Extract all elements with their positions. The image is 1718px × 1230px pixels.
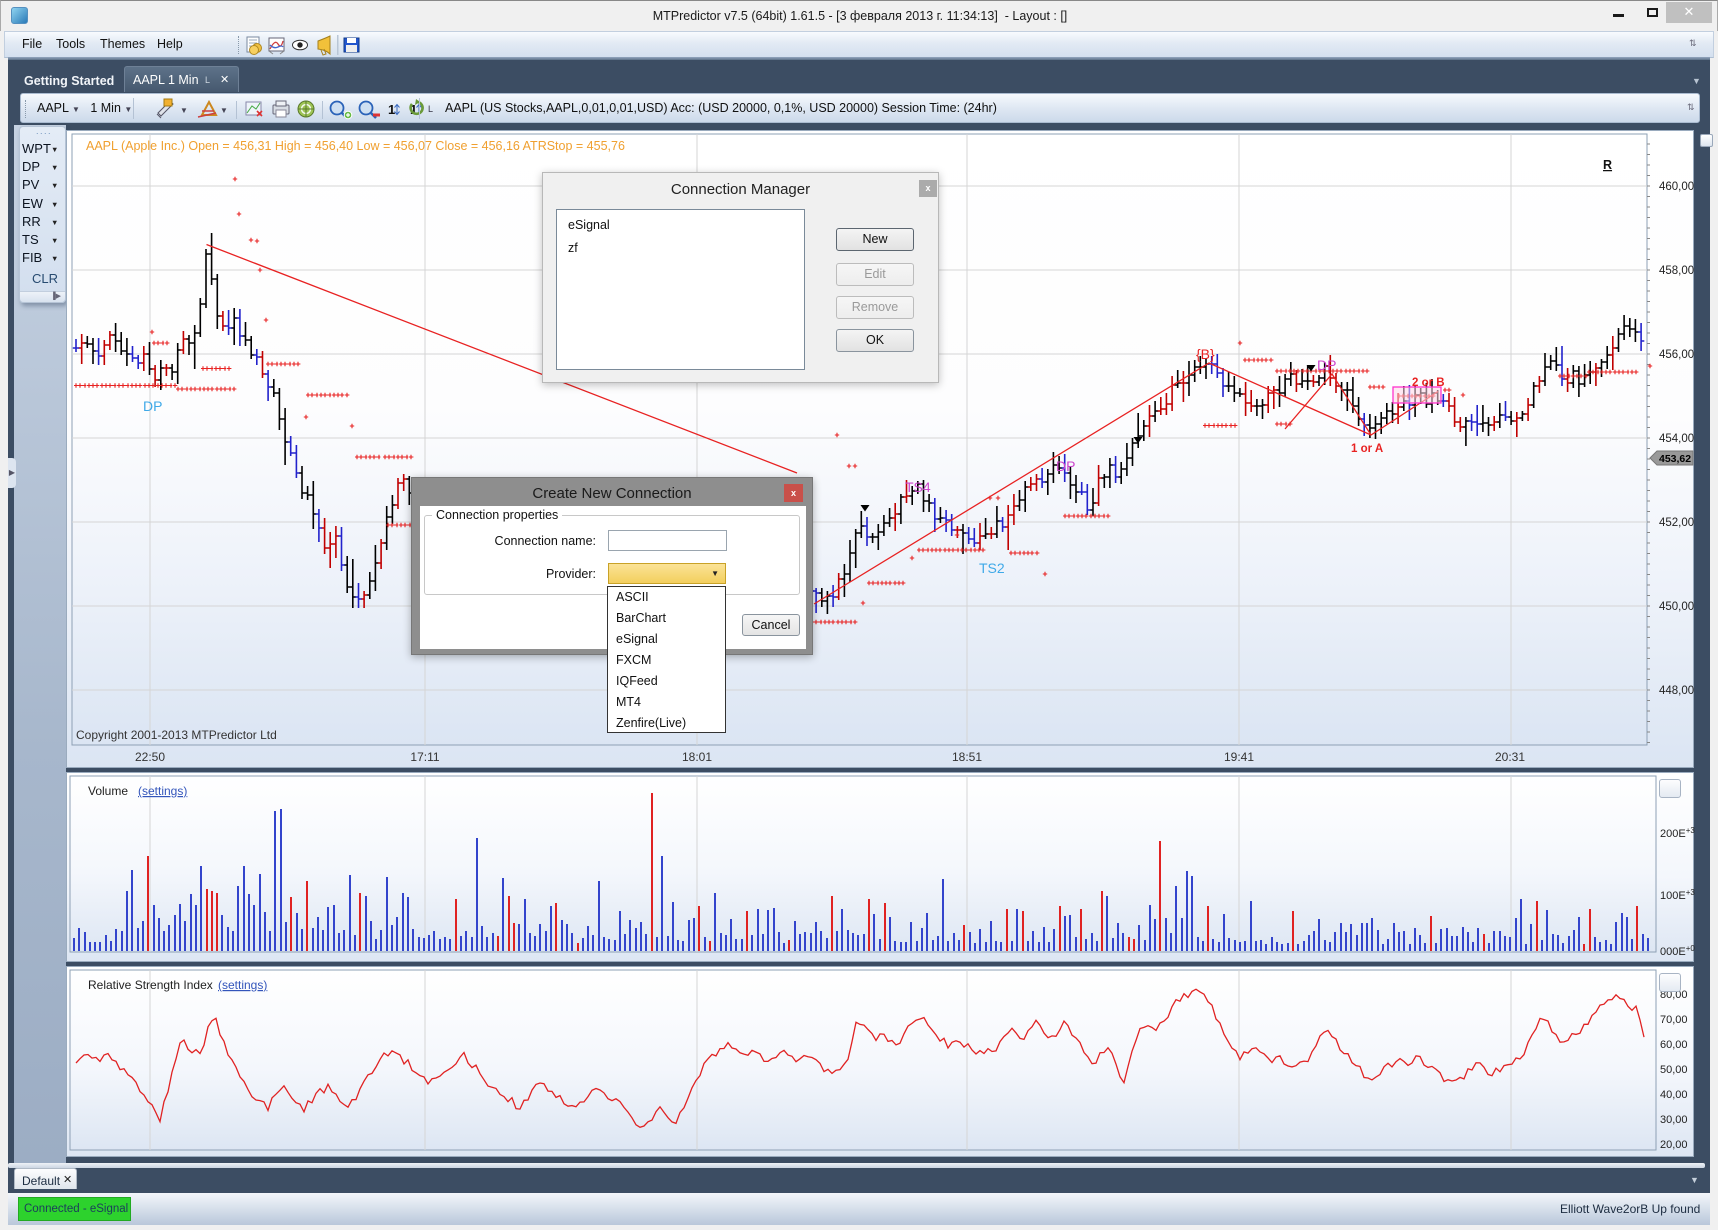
svg-text:18:51: 18:51 — [952, 750, 982, 764]
svg-text:Relative Strength Index: Relative Strength Index — [88, 978, 213, 992]
svg-text:30,00: 30,00 — [1660, 1114, 1688, 1126]
svg-text:458,00: 458,00 — [1659, 265, 1694, 277]
svg-text:1: 1 — [388, 102, 395, 117]
svg-text:{B}: {B} — [1196, 346, 1215, 362]
svg-text:460,00: 460,00 — [1659, 181, 1694, 193]
svg-text:TS4: TS4 — [905, 479, 931, 495]
svg-text:R: R — [1603, 158, 1612, 172]
svg-text:60,00: 60,00 — [1660, 1039, 1688, 1051]
svg-text:50,00: 50,00 — [1660, 1064, 1688, 1076]
svg-text:18:01: 18:01 — [682, 750, 712, 764]
svg-text:456,00: 456,00 — [1659, 349, 1694, 361]
svg-text:20:31: 20:31 — [1495, 750, 1525, 764]
svg-text:448,00: 448,00 — [1659, 685, 1694, 697]
svg-text:AAPL (Apple Inc.) Open = 456,3: AAPL (Apple Inc.) Open = 456,31 High = 4… — [86, 139, 625, 153]
svg-text:40,00: 40,00 — [1660, 1089, 1688, 1101]
svg-text:452,00: 452,00 — [1659, 517, 1694, 529]
svg-text:200E+3: 200E+3 — [1660, 826, 1695, 840]
svg-text:454,00: 454,00 — [1659, 433, 1694, 445]
svg-text:TS2: TS2 — [979, 560, 1005, 576]
svg-text:19:41: 19:41 — [1224, 750, 1254, 764]
svg-text:DP: DP — [1056, 458, 1075, 474]
svg-text:17:11: 17:11 — [410, 750, 439, 764]
svg-text:Volume: Volume — [88, 784, 128, 798]
svg-text:2 or B: 2 or B — [1412, 377, 1445, 389]
svg-text:DP: DP — [1317, 357, 1336, 373]
svg-text:Copyright 2001-2013 MTPredicto: Copyright 2001-2013 MTPredictor Ltd — [76, 728, 277, 742]
svg-text:450,00: 450,00 — [1659, 601, 1694, 613]
svg-text:100E+3: 100E+3 — [1660, 888, 1695, 902]
svg-text:▼: ▼ — [220, 106, 228, 115]
svg-text:(settings): (settings) — [138, 784, 187, 798]
svg-text:22:50: 22:50 — [135, 750, 165, 764]
svg-text:000E+0: 000E+0 — [1660, 944, 1695, 958]
svg-text:▼: ▼ — [180, 106, 188, 115]
svg-text:70,00: 70,00 — [1660, 1014, 1688, 1026]
svg-text:(settings): (settings) — [218, 978, 267, 992]
svg-text:1 or A: 1 or A — [1351, 443, 1383, 455]
svg-text:20,00: 20,00 — [1660, 1139, 1688, 1151]
svg-text:DP: DP — [143, 398, 162, 414]
svg-text:453,62: 453,62 — [1659, 453, 1691, 465]
